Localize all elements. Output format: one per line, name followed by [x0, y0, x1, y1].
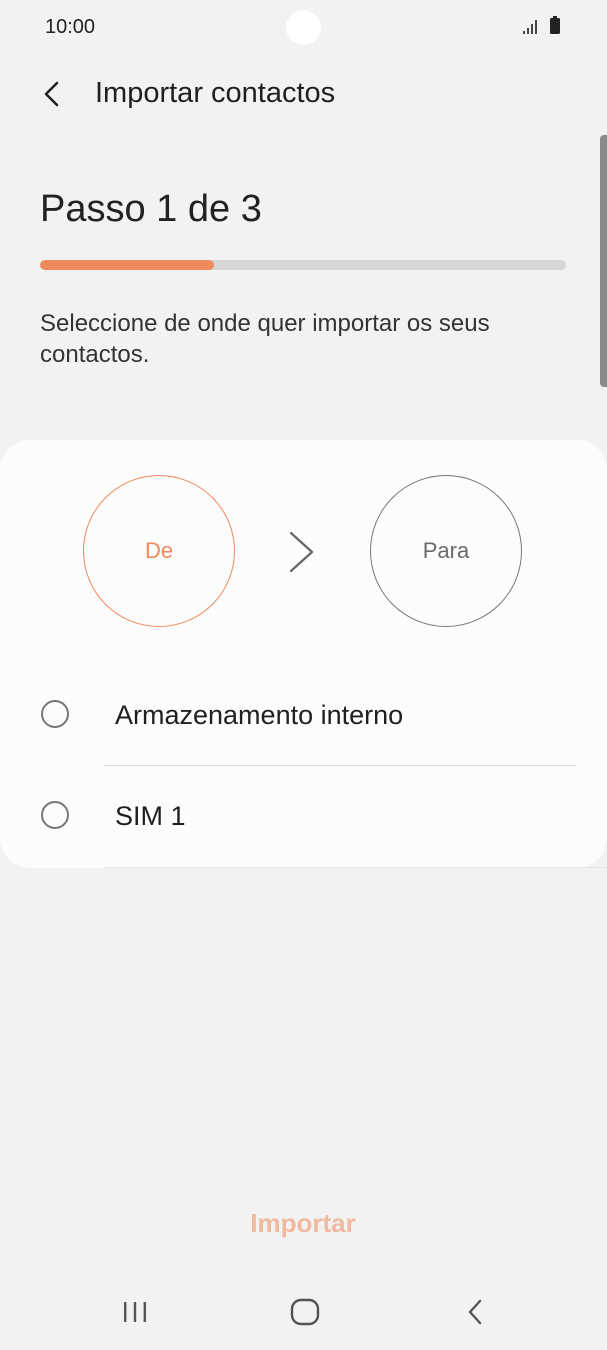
- to-circle: Para: [370, 475, 522, 627]
- phone-screen: 10:00 Importar contactos Passo 1 de 3 Se…: [0, 0, 607, 1350]
- from-circle: De: [83, 475, 235, 627]
- from-label: De: [144, 538, 174, 563]
- chevron-right-icon: [289, 531, 314, 573]
- divider: [104, 867, 607, 868]
- battery-icon: [550, 16, 560, 34]
- option-sim-1[interactable]: SIM 1: [0, 767, 607, 867]
- radio-button[interactable]: [41, 700, 69, 728]
- status-time: 10:00: [45, 16, 96, 38]
- navigation-bar: [0, 1270, 607, 1350]
- divider: [104, 765, 577, 766]
- chevron-left-icon: [44, 81, 59, 107]
- page-title: Importar contactos: [95, 77, 336, 109]
- system-back-button[interactable]: [453, 1292, 497, 1332]
- step-progress-fill: [40, 260, 214, 270]
- import-button[interactable]: Importar: [203, 1196, 403, 1250]
- recents-button[interactable]: [113, 1292, 157, 1332]
- source-selection-card: De Para Armazenamento interno SIM 1: [0, 440, 607, 868]
- step-progress-bar: [40, 260, 566, 270]
- home-button[interactable]: [283, 1292, 327, 1332]
- status-bar: 10:00: [0, 0, 607, 56]
- option-label: SIM 1: [115, 801, 186, 831]
- back-button[interactable]: [30, 72, 74, 116]
- step-title: Passo 1 de 3: [40, 188, 262, 230]
- app-header: Importar contactos: [0, 60, 607, 128]
- recents-icon: [124, 1302, 146, 1322]
- option-label: Armazenamento interno: [115, 700, 404, 730]
- scroll-indicator[interactable]: [600, 135, 607, 387]
- to-label: Para: [422, 538, 470, 563]
- radio-button[interactable]: [41, 801, 69, 829]
- home-icon: [290, 1298, 320, 1326]
- camera-cutout: [286, 10, 321, 45]
- back-icon: [468, 1299, 482, 1325]
- option-internal-storage[interactable]: Armazenamento interno: [0, 666, 607, 766]
- signal-icon: [523, 20, 537, 34]
- instruction-text: Seleccione de onde quer importar os seus…: [40, 310, 490, 368]
